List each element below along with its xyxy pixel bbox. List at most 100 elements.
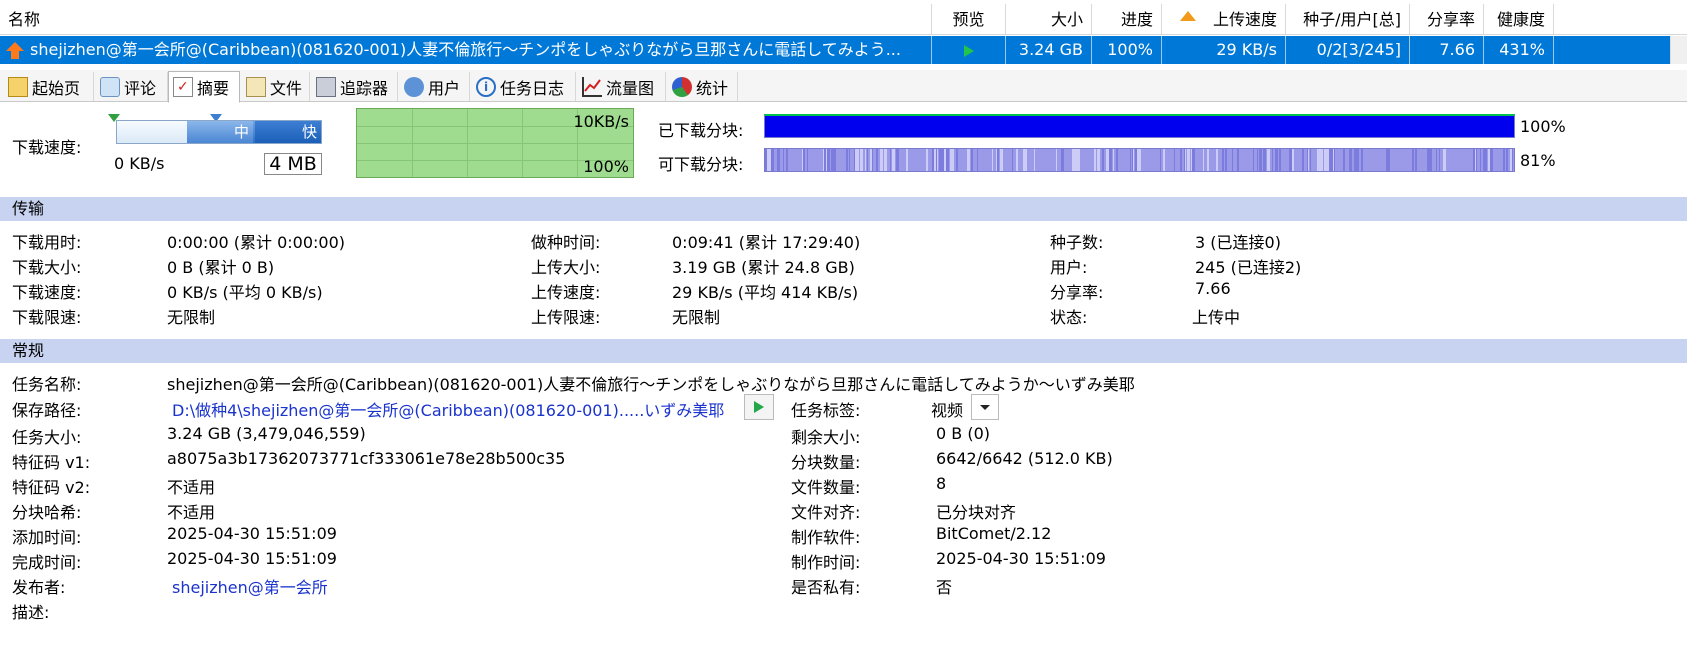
general-value: 不适用: [167, 503, 216, 522]
summary-icon: ✓: [173, 77, 193, 97]
general-key: 分块哈希:: [12, 503, 82, 522]
column-header-name[interactable]: 名称: [0, 4, 932, 35]
piece-stripe: [803, 149, 805, 171]
piece-stripe: [1113, 149, 1114, 171]
tab-statistics[interactable]: 统计: [668, 72, 738, 101]
tab-start-page-label: 起始页: [32, 78, 81, 98]
tab-task-log-label: 任务日志: [500, 78, 565, 98]
general-key: 是否私有:: [791, 578, 861, 597]
transfer-value: 0 B (累计 0 B): [167, 258, 275, 277]
tab-summary[interactable]: ✓ 摘要: [168, 71, 240, 103]
task-tag-key: 任务标签:: [791, 401, 861, 420]
transfer-key: 做种时间:: [531, 233, 601, 252]
column-header-upload-speed[interactable]: 上传速度: [1162, 4, 1286, 35]
tab-tracker[interactable]: 追踪器: [312, 72, 398, 101]
piece-stripe: [1102, 149, 1104, 171]
piece-stripe: [1503, 149, 1505, 171]
piece-stripe: [1412, 149, 1414, 171]
general-value: 已分块对齐: [936, 503, 1017, 522]
transfer-key: 上传限速:: [531, 308, 601, 327]
transfer-value: 无限制: [167, 308, 216, 327]
piece-stripe: [1056, 149, 1057, 171]
column-header-health[interactable]: 健康度: [1484, 4, 1554, 35]
piece-stripe: [892, 149, 895, 171]
piece-stripe: [1430, 149, 1432, 171]
piece-stripe: [1024, 149, 1027, 171]
piece-stripe: [786, 149, 788, 171]
play-preview-icon[interactable]: [963, 44, 974, 57]
piece-stripe: [1160, 149, 1161, 171]
piece-stripe: [1361, 149, 1363, 171]
piece-stripe: [951, 149, 952, 171]
task-row[interactable]: shejizhen@第一会所@(Caribbean)(081620-001)人妻…: [0, 36, 1670, 64]
task-table-scrollbar[interactable]: [1670, 36, 1687, 64]
transfer-key: 用户:: [1050, 258, 1088, 277]
column-header-seeds-peers[interactable]: 种子/用户[总]: [1286, 4, 1410, 35]
general-value: 不适用: [167, 478, 216, 497]
piece-stripe: [1354, 149, 1357, 171]
general-key: 任务大小:: [12, 428, 82, 447]
upload-status-icon: [6, 41, 24, 60]
task-size: 3.24 GB: [1006, 36, 1092, 64]
piece-stripe: [1275, 149, 1278, 171]
piece-stripe: [1185, 149, 1186, 171]
task-progress: 100%: [1092, 36, 1162, 64]
tab-traffic-graph[interactable]: 流量图: [578, 72, 666, 101]
piece-stripe: [865, 149, 866, 171]
available-pieces-label: 可下载分块:: [658, 155, 744, 174]
transfer-value: 0:09:41 (累计 17:29:40): [672, 233, 861, 252]
transfer-key: 下载大小:: [12, 258, 82, 277]
column-header-preview[interactable]: 预览: [932, 4, 1006, 35]
save-path-link[interactable]: D:\做种4\shejizhen@第一会所@(Caribbean)(081620…: [172, 397, 724, 421]
publisher-link[interactable]: shejizhen@第一会所: [172, 574, 328, 598]
general-key: 制作软件:: [791, 528, 861, 547]
task-row-preview-cell[interactable]: [932, 36, 1006, 64]
general-key: 文件对齐:: [791, 503, 861, 522]
speed-limit-field[interactable]: 4 MB: [264, 153, 322, 175]
task-tag-dropdown[interactable]: [971, 394, 999, 420]
piece-stripe: [896, 149, 899, 171]
piece-stripe: [1302, 149, 1304, 171]
transfer-value: 0 KB/s (平均 0 KB/s): [167, 283, 323, 302]
description-key: 描述:: [12, 603, 50, 622]
piece-stripe: [1073, 149, 1074, 171]
piece-stripe: [890, 149, 891, 171]
stats-icon: [672, 76, 692, 97]
piece-stripe: [1034, 149, 1035, 171]
piece-stripe: [1415, 149, 1417, 171]
tab-comments[interactable]: 评论: [96, 72, 168, 101]
piece-stripe: [1485, 149, 1487, 171]
piece-stripe: [1012, 149, 1013, 171]
column-header-size[interactable]: 大小: [1006, 4, 1092, 35]
tab-task-log[interactable]: i 任务日志: [472, 72, 576, 101]
tab-files[interactable]: 文件: [242, 72, 310, 101]
task-share-ratio: 7.66: [1410, 36, 1484, 64]
chevron-down-icon: [980, 404, 990, 410]
open-folder-button[interactable]: [744, 394, 774, 420]
downloaded-pieces-percent: 100%: [1520, 117, 1566, 136]
piece-stripe: [1279, 149, 1281, 171]
tab-peers[interactable]: 用户: [400, 72, 470, 101]
piece-stripe: [1133, 149, 1134, 171]
column-header-progress[interactable]: 进度: [1092, 4, 1162, 35]
piece-stripe: [906, 149, 908, 171]
column-header-share-ratio[interactable]: 分享率: [1410, 4, 1484, 35]
download-speed-slider[interactable]: 中 快: [116, 120, 322, 144]
piece-stripe: [1216, 149, 1218, 171]
general-section-header: 常规: [0, 339, 1687, 363]
piece-stripe: [936, 149, 937, 171]
piece-stripe: [1349, 149, 1352, 171]
graph-grid-line: [357, 143, 633, 144]
tab-start-page[interactable]: 起始页: [4, 72, 94, 101]
piece-stripe: [948, 149, 949, 171]
tab-tracker-label: 追踪器: [340, 78, 389, 98]
piece-stripe: [1386, 149, 1387, 171]
general-value: 否: [936, 578, 953, 597]
piece-stripe: [1109, 149, 1112, 171]
piece-stripe: [1292, 149, 1294, 171]
piece-stripe: [1387, 149, 1390, 171]
piece-stripe: [971, 149, 973, 171]
piece-stripe: [1439, 149, 1440, 171]
piece-stripe: [977, 149, 978, 171]
piece-stripe: [846, 149, 848, 171]
